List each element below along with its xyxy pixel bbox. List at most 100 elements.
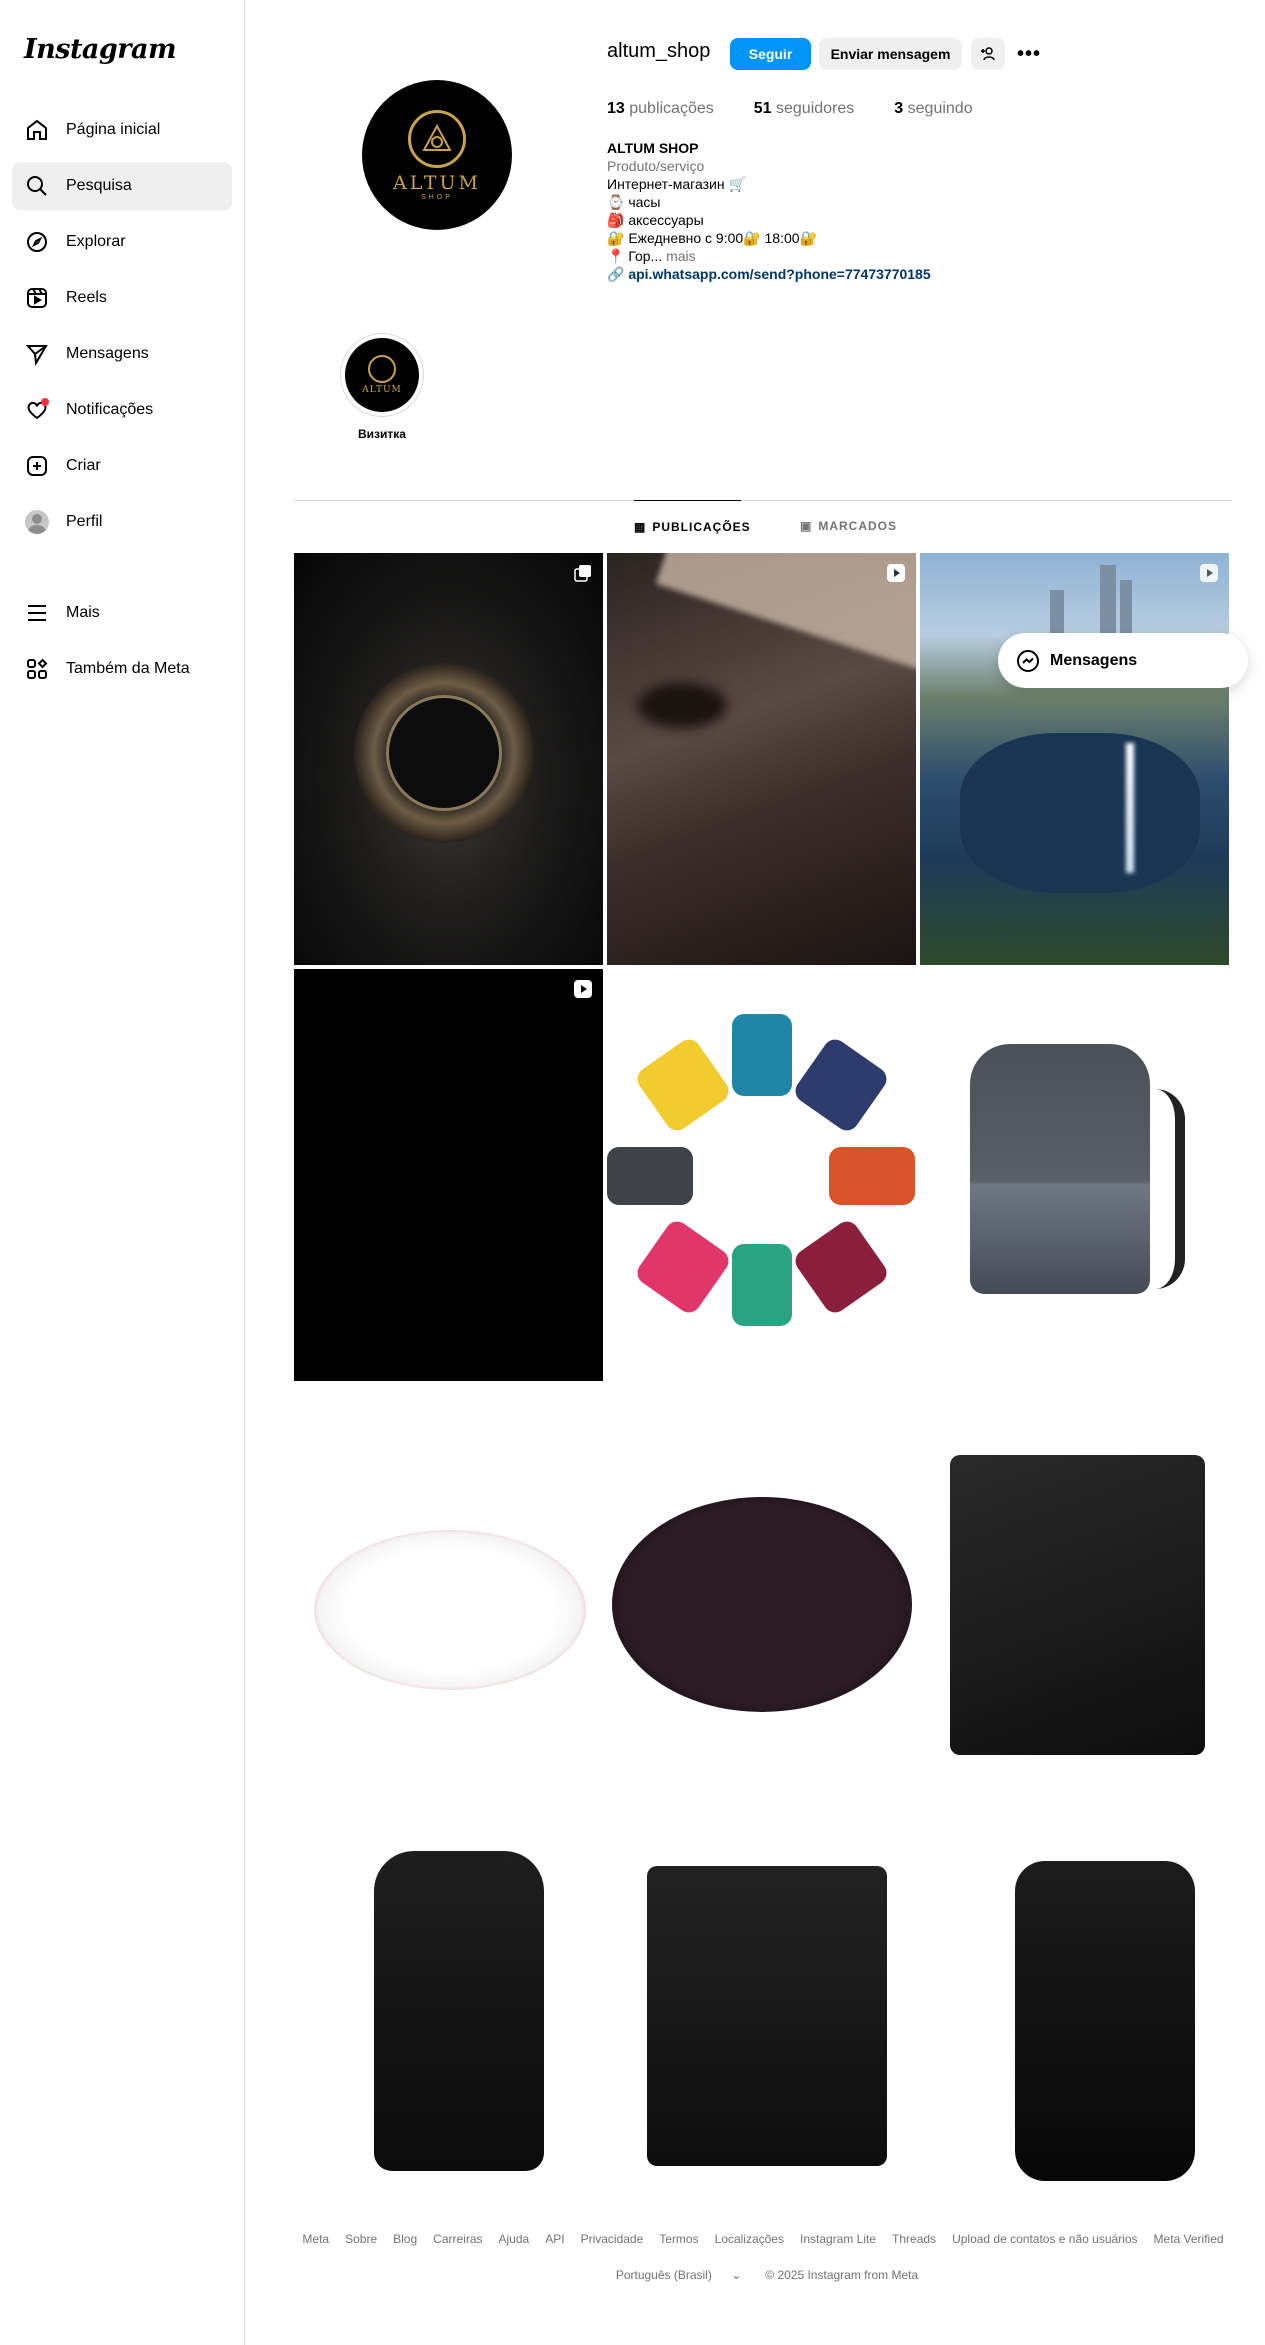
language-select[interactable]: Português (Brasil) ⌄ [608, 2268, 749, 2282]
post-tile[interactable] [607, 1801, 916, 2213]
profile-stats: 13 publicações 51 seguidores 3 seguindo [607, 100, 1013, 118]
profile-avatar[interactable]: ALTUM SHOP [362, 80, 512, 230]
bio-line: ⌚ часы [607, 194, 661, 210]
footer-link[interactable]: Instagram Lite [800, 2232, 876, 2246]
sidebar-item-profile[interactable]: Perfil [12, 498, 232, 546]
footer-link[interactable]: Meta [302, 2232, 329, 2246]
tabs-divider [294, 500, 1232, 501]
footer-link[interactable]: Carreiras [433, 2232, 482, 2246]
footer-link[interactable]: Upload de contatos e não usuários [952, 2232, 1137, 2246]
footer-link[interactable]: Sobre [345, 2232, 377, 2246]
post-image [960, 733, 1200, 893]
sidebar-bottom-nav: Mais Também da Meta [12, 589, 232, 701]
sidebar-item-explore[interactable]: Explorar [12, 218, 232, 266]
sidebar-item-home[interactable]: Página inicial [12, 106, 232, 154]
carousel-icon [574, 565, 591, 582]
footer-bottom: Português (Brasil) ⌄ © 2025 Instagram fr… [294, 2268, 1232, 2282]
footer-link[interactable]: Meta Verified [1154, 2232, 1224, 2246]
bio-line: Интернет-магазин 🛒 [607, 176, 746, 192]
post-image [612, 1497, 912, 1712]
followers-link[interactable]: 51 seguidores [754, 100, 855, 118]
profile-username: altum_shop [607, 40, 711, 62]
post-image [1015, 1861, 1195, 2181]
post-tile[interactable] [920, 1385, 1229, 1797]
sidebar-item-label: Notificações [66, 401, 154, 418]
sidebar-item-label: Também da Meta [66, 660, 190, 677]
reel-icon [887, 564, 905, 582]
footer-link[interactable]: Privacidade [581, 2232, 644, 2246]
sidebar-item-label: Perfil [66, 513, 103, 530]
post-tile[interactable] [294, 553, 603, 965]
bio-line: 🎒 аксессуары [607, 212, 704, 228]
notification-dot [41, 398, 49, 406]
bio-line: 🔐 Ежедневно с 9:00🔐 18:00🔐 [607, 230, 817, 246]
sidebar-item-label: Pesquisa [66, 177, 132, 194]
highlight-label: Визитка [358, 427, 406, 441]
profile-bio: ALTUM SHOP Produto/serviço Интернет-мага… [607, 139, 1027, 283]
options-button[interactable]: ••• [1015, 38, 1043, 70]
send-icon [24, 341, 50, 367]
bio-link[interactable]: 🔗 api.whatsapp.com/send?phone=7747377018… [607, 265, 1027, 283]
bio-category: Produto/serviço [607, 158, 705, 174]
avatar-brand-text: ALTUM [393, 171, 481, 194]
sidebar-item-notifications[interactable]: Notificações [12, 386, 232, 434]
posts-count: 13 publicações [607, 100, 714, 117]
heart-icon [24, 397, 50, 423]
footer-link[interactable]: Localizações [715, 2232, 784, 2246]
following-link[interactable]: 3 seguindo [894, 100, 972, 118]
post-image [314, 1530, 586, 1690]
footer-link[interactable]: Threads [892, 2232, 936, 2246]
highlight-brand-text: ALTUM [362, 385, 402, 395]
sidebar-item-label: Página inicial [66, 121, 161, 138]
sidebar-item-messages[interactable]: Mensagens [12, 330, 232, 378]
bio-line-truncated: 📍 Гор... mais [607, 248, 696, 264]
send-message-button[interactable]: Enviar mensagem [819, 38, 962, 70]
post-image [655, 553, 916, 677]
post-tile[interactable] [607, 1385, 916, 1797]
sidebar-item-label: Reels [66, 289, 107, 306]
sidebar-item-create[interactable]: Criar [12, 442, 232, 490]
sidebar-item-reels[interactable]: Reels [12, 274, 232, 322]
post-tile[interactable] [920, 1801, 1229, 2213]
footer-link[interactable]: Blog [393, 2232, 417, 2246]
sidebar-item-also-from-meta[interactable]: Também da Meta [12, 645, 232, 693]
grid-icon: ▦ [634, 519, 647, 534]
post-tile[interactable] [607, 969, 916, 1381]
chevron-down-icon: ⌄ [731, 2268, 742, 2282]
footer-link[interactable]: Termos [659, 2232, 698, 2246]
sidebar-item-search[interactable]: Pesquisa [12, 162, 232, 210]
post-image [970, 1044, 1150, 1294]
home-icon [24, 117, 50, 143]
messages-floating-button[interactable]: Mensagens [998, 633, 1248, 688]
footer-link[interactable]: Ajuda [499, 2232, 530, 2246]
post-tile[interactable] [920, 969, 1229, 1381]
compass-icon [24, 229, 50, 255]
plus-square-icon [24, 453, 50, 479]
post-tile[interactable] [294, 1801, 603, 2213]
messenger-icon [1017, 649, 1039, 672]
tab-tagged[interactable]: ▣ MARCADOS [800, 500, 897, 552]
post-tile[interactable] [294, 1385, 603, 1797]
sidebar-item-label: Criar [66, 457, 101, 474]
sidebar-item-label: Mais [66, 604, 100, 621]
footer-links: Meta Sobre Blog Carreiras Ajuda API Priv… [294, 2232, 1232, 2246]
post-tile[interactable] [920, 553, 1229, 965]
post-tile[interactable] [607, 553, 916, 965]
suggested-users-button[interactable] [971, 38, 1005, 70]
sidebar-item-label: Explorar [66, 233, 126, 250]
sidebar-item-more[interactable]: Mais [12, 589, 232, 637]
post-image [647, 1866, 887, 2166]
follow-button[interactable]: Seguir [730, 38, 811, 70]
reels-icon [24, 285, 50, 311]
search-icon [24, 173, 50, 199]
story-highlight[interactable]: ALTUM Визитка [340, 333, 424, 441]
instagram-logo[interactable]: Instagram [24, 34, 177, 65]
tagged-icon: ▣ [800, 519, 813, 533]
tab-posts[interactable]: ▦ PUBLICAÇÕES [634, 500, 750, 552]
bio-more-link[interactable]: mais [666, 248, 696, 264]
brand-emblem-icon [368, 355, 396, 383]
post-tile[interactable] [294, 969, 603, 1381]
link-icon: 🔗 [607, 266, 625, 282]
bio-name: ALTUM SHOP [607, 140, 699, 156]
footer-link[interactable]: API [545, 2232, 564, 2246]
